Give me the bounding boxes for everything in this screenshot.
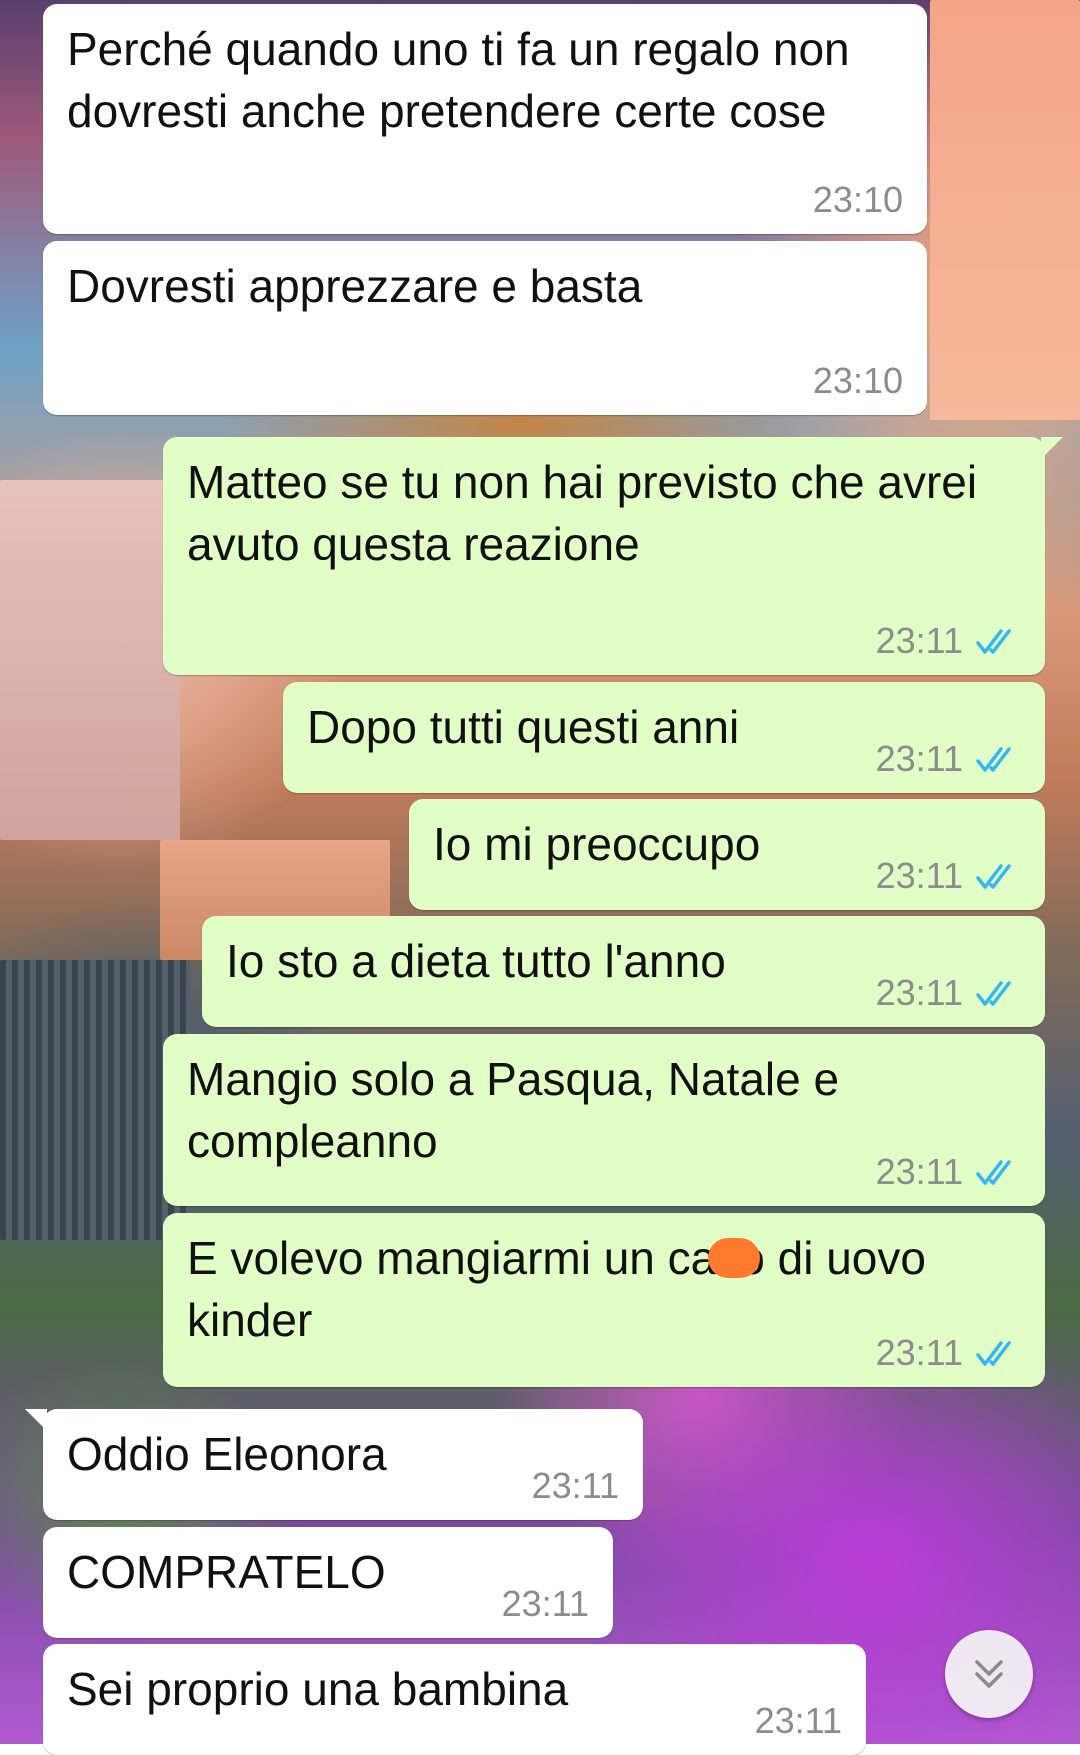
message-text-part: E volevo mangiarmi un ca <box>187 1232 717 1284</box>
message-text: Dovresti apprezzare e basta <box>67 260 643 312</box>
message-text: Matteo se tu non hai previsto che avrei … <box>187 456 990 570</box>
message-time: 23:11 <box>875 1332 963 1373</box>
message-time: 23:11 <box>531 1465 619 1506</box>
message-outgoing[interactable]: Io mi preoccupo 23:11 <box>409 799 1045 910</box>
message-outgoing[interactable]: Dopo tutti questi anni 23:11 <box>283 682 1045 793</box>
chevron-double-down-icon <box>975 1660 1003 1688</box>
message-time: 23:11 <box>875 972 963 1013</box>
message-outgoing[interactable]: E volevo mangiarmi un cazo di uovo kinde… <box>163 1213 1045 1387</box>
message-incoming[interactable]: Dovresti apprezzare e basta 23:10 <box>43 241 927 415</box>
wallpaper-building <box>0 480 180 840</box>
message-time: 23:11 <box>875 738 963 779</box>
message-time: 23:11 <box>754 1700 842 1741</box>
message-text: Sei proprio una bambina <box>67 1663 569 1715</box>
double-check-icon <box>976 981 1011 1006</box>
message-incoming[interactable]: COMPRATELO 23:11 <box>43 1527 613 1638</box>
message-incoming[interactable]: Oddio Eleonora 23:11 <box>25 1409 643 1520</box>
message-text: Perché quando uno ti fa un regalo non do… <box>67 23 863 137</box>
message-time: 23:11 <box>875 620 963 661</box>
message-incoming[interactable]: Perché quando uno ti fa un regalo non do… <box>43 4 927 234</box>
double-check-icon <box>976 747 1011 772</box>
message-outgoing[interactable]: Io sto a dieta tutto l'anno 23:11 <box>202 916 1045 1027</box>
message-time: 23:10 <box>812 360 903 401</box>
message-outgoing[interactable]: Matteo se tu non hai previsto che avrei … <box>163 437 1063 675</box>
censor-blob <box>708 1237 761 1278</box>
wallpaper-building <box>930 0 1080 420</box>
message-outgoing[interactable]: Mangio solo a Pasqua, Natale e compleann… <box>163 1034 1045 1206</box>
double-check-icon <box>976 629 1011 654</box>
message-time: 23:10 <box>812 179 903 220</box>
double-check-icon <box>976 1341 1011 1366</box>
message-incoming[interactable]: Sei proprio una bambina 23:11 <box>43 1644 866 1755</box>
double-check-icon <box>976 1160 1011 1185</box>
scroll-down-button[interactable] <box>945 1630 1033 1718</box>
message-time: 23:11 <box>875 1151 963 1192</box>
message-time: 23:11 <box>501 1583 589 1624</box>
message-time: 23:11 <box>875 855 963 896</box>
wallpaper-building <box>0 960 190 1240</box>
double-check-icon <box>976 864 1011 889</box>
